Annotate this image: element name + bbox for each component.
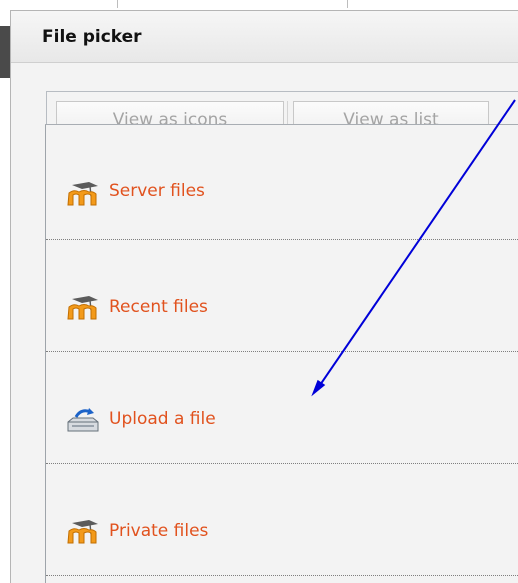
repository-item-private-files[interactable]: Private files: [46, 464, 518, 576]
moodle-icon: [64, 295, 102, 321]
repository-item-upload-a-file[interactable]: Upload a file: [46, 352, 518, 464]
screenshot-stage: File picker View as icons View as list S…: [0, 0, 518, 583]
repository-item-server-files[interactable]: Server files: [46, 125, 518, 240]
dialog-title: File picker: [42, 27, 142, 47]
repository-label: Upload a file: [109, 409, 216, 429]
moodle-icon: [64, 181, 102, 207]
moodle-icon: [64, 519, 102, 545]
toolbar-divider: [117, 0, 118, 8]
background-window-edge: [0, 26, 10, 78]
background-toolbar: [10, 0, 518, 10]
toolbar-divider: [347, 0, 348, 8]
repository-label: Private files: [109, 521, 209, 541]
repository-item-recent-files[interactable]: Recent files: [46, 240, 518, 352]
repository-label: Recent files: [109, 297, 208, 317]
upload-icon: [64, 407, 102, 433]
dialog-titlebar[interactable]: File picker: [11, 11, 518, 63]
repository-list: Server files Recent files Upload a file …: [45, 125, 518, 583]
repository-label: Server files: [109, 181, 205, 201]
